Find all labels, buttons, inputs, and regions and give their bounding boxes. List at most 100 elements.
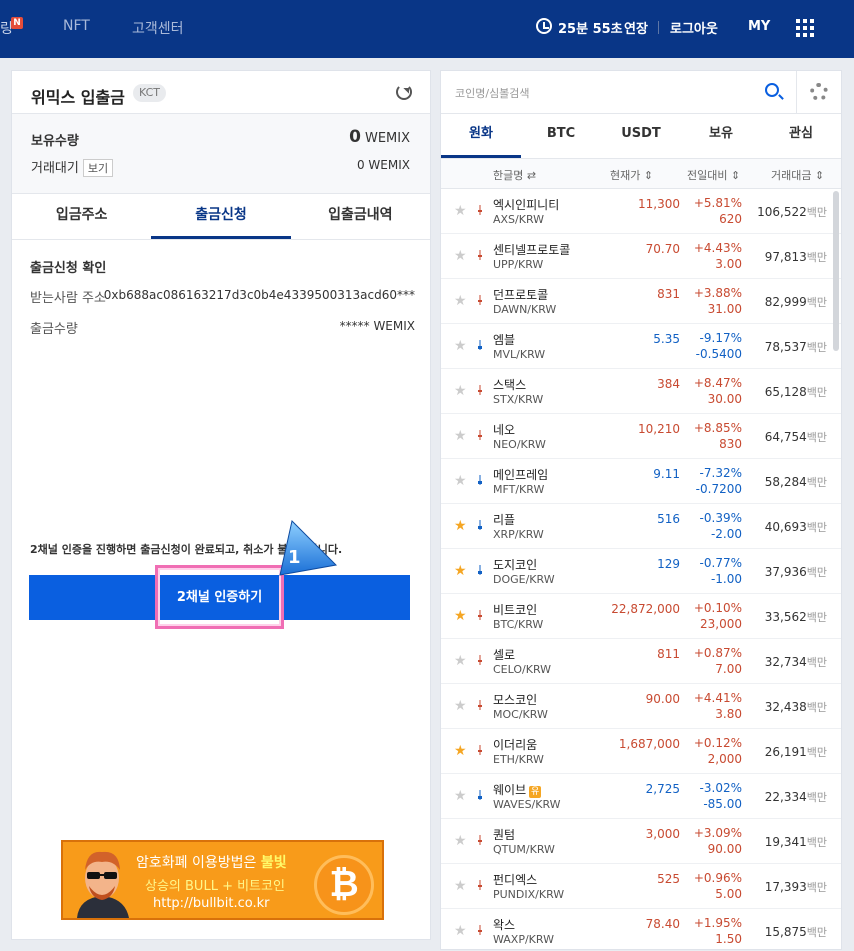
coin-name: 도지코인 bbox=[493, 558, 538, 572]
market-row[interactable]: ★ 웨이브 유 WAVES/KRW 2,725 -3.02% -85.00 22,334백만 bbox=[441, 774, 841, 819]
tab-deposit-address[interactable]: 입금주소 bbox=[12, 194, 151, 239]
search-input[interactable]: 코인명/심볼검색 bbox=[455, 85, 530, 101]
favorite-star-icon[interactable]: ★ bbox=[454, 879, 467, 893]
coin-name: 비트코인 bbox=[493, 603, 538, 617]
tab-withdraw-request[interactable]: 출금신청 bbox=[151, 194, 291, 239]
market-row[interactable]: ★ 셀로 CELO/KRW 811 +0.87% 7.00 32,734백만 bbox=[441, 639, 841, 684]
apps-grid-icon[interactable] bbox=[796, 19, 814, 37]
market-row[interactable]: ★ 메인프레임 MFT/KRW 9.11 -7.32% -0.7200 58,284백만 bbox=[441, 459, 841, 504]
coin-name: 셀로 bbox=[493, 648, 516, 662]
gear-icon[interactable] bbox=[810, 83, 828, 101]
tab-history[interactable]: 입출금내역 bbox=[291, 194, 430, 239]
favorite-star-icon[interactable]: ★ bbox=[454, 249, 467, 263]
refresh-icon[interactable] bbox=[396, 84, 412, 100]
tab-krw[interactable]: 원화 bbox=[441, 114, 521, 158]
coin-name: 엠블 bbox=[493, 333, 516, 347]
market-row[interactable]: ★ 퀀텀 QTUM/KRW 3,000 +3.09% 90.00 19,341백만 bbox=[441, 819, 841, 864]
trade-volume: 58,284백만 bbox=[764, 475, 827, 489]
coin-symbol: UPP/KRW bbox=[493, 258, 544, 271]
favorite-star-icon[interactable]: ★ bbox=[454, 609, 467, 623]
favorite-star-icon[interactable]: ★ bbox=[454, 924, 467, 938]
trade-volume: 17,393백만 bbox=[764, 880, 827, 894]
market-row[interactable]: ★ 엠블 MVL/KRW 5.35 -9.17% -0.5400 78,537백만 bbox=[441, 324, 841, 369]
holdings-label: 보유수량 bbox=[31, 134, 79, 149]
trade-volume: 78,537백만 bbox=[764, 340, 827, 354]
clock-icon bbox=[536, 18, 552, 34]
favorite-star-icon[interactable]: ★ bbox=[454, 384, 467, 398]
tab-usdt[interactable]: USDT bbox=[601, 114, 681, 158]
trade-volume: 37,936백만 bbox=[764, 565, 827, 579]
change-amount: 31.00 bbox=[707, 302, 742, 316]
column-volume[interactable]: 거래대금 ⇕ bbox=[771, 167, 824, 183]
favorite-star-icon[interactable]: ★ bbox=[454, 834, 467, 848]
nav-link-support[interactable]: 고객센터 bbox=[132, 18, 184, 38]
market-row[interactable]: ★ 이더리움 ETH/KRW 1,687,000 +0.12% 2,000 26,191백만 bbox=[441, 729, 841, 774]
market-row[interactable]: ★ 엑시인피니티 AXS/KRW 11,300 +5.81% 620 106,522백만 bbox=[441, 189, 841, 234]
candle-icon bbox=[478, 295, 482, 305]
tab-holdings[interactable]: 보유 bbox=[681, 114, 761, 158]
banner-url: http://bullbit.co.kr bbox=[153, 896, 270, 911]
pending-value: 0 WEMIX bbox=[356, 158, 410, 172]
tab-btc[interactable]: BTC bbox=[521, 114, 601, 158]
market-row[interactable]: ★ 비트코인 BTC/KRW 22,872,000 +0.10% 23,000 33,562… bbox=[441, 594, 841, 639]
coin-name: 펀디엑스 bbox=[493, 873, 538, 887]
token-type-badge: KCT bbox=[133, 84, 167, 102]
favorite-star-icon[interactable]: ★ bbox=[454, 429, 467, 443]
extend-session-button[interactable]: 연장 bbox=[624, 18, 648, 37]
coin-name: 웨이브 유 bbox=[493, 783, 542, 798]
promo-banner[interactable]: 암호화폐 이용방법은 불빛 상승의 BULL + 비트코인 http://bul… bbox=[61, 840, 384, 920]
favorite-star-icon[interactable]: ★ bbox=[454, 654, 467, 668]
change-percent: +8.47% bbox=[693, 376, 742, 390]
market-row[interactable]: ★ 펀디엑스 PUNDIX/KRW 525 +0.96% 5.00 17,393백만 bbox=[441, 864, 841, 909]
market-row[interactable]: ★ 네오 NEO/KRW 10,210 +8.85% 830 64,754백만 bbox=[441, 414, 841, 459]
favorite-star-icon[interactable]: ★ bbox=[454, 744, 467, 758]
favorite-star-icon[interactable]: ★ bbox=[454, 204, 467, 218]
trade-volume: 97,813백만 bbox=[764, 250, 827, 264]
favorite-star-icon[interactable]: ★ bbox=[454, 474, 467, 488]
trade-volume: 15,875백만 bbox=[764, 925, 827, 939]
column-price[interactable]: 현재가 ⇕ bbox=[610, 167, 653, 183]
favorite-star-icon[interactable]: ★ bbox=[454, 699, 467, 713]
banner-line1: 암호화폐 이용방법은 불빛 bbox=[136, 855, 287, 871]
trade-volume: 22,334백만 bbox=[764, 790, 827, 804]
coin-symbol: BTC/KRW bbox=[493, 618, 544, 631]
market-row[interactable]: ★ 던프로토콜 DAWN/KRW 831 +3.88% 31.00 82,999백만 bbox=[441, 279, 841, 324]
view-pending-button[interactable]: 보기 bbox=[82, 159, 114, 177]
market-row[interactable]: ★ 왁스 WAXP/KRW 78.40 +1.95% 1.50 15,875백만 bbox=[441, 909, 841, 949]
favorite-star-icon[interactable]: ★ bbox=[454, 789, 467, 803]
holdings-value: 0 WEMIX bbox=[349, 127, 410, 147]
favorite-star-icon[interactable]: ★ bbox=[454, 339, 467, 353]
coin-price: 384 bbox=[657, 377, 680, 391]
change-percent: -0.77% bbox=[699, 556, 742, 570]
tab-favorites[interactable]: 관심 bbox=[761, 114, 841, 158]
candle-icon bbox=[478, 385, 482, 395]
coin-symbol: DAWN/KRW bbox=[493, 303, 557, 316]
market-scrollbar[interactable] bbox=[833, 191, 839, 351]
change-percent: +4.43% bbox=[693, 241, 742, 255]
nav-link-nft[interactable]: NFT bbox=[63, 18, 90, 34]
trade-volume: 82,999백만 bbox=[764, 295, 827, 309]
market-row[interactable]: ★ 도지코인 DOGE/KRW 129 -0.77% -1.00 37,936백만 bbox=[441, 549, 841, 594]
candle-icon bbox=[478, 700, 482, 710]
change-amount: 5.00 bbox=[715, 887, 742, 901]
search-icon[interactable] bbox=[765, 83, 779, 97]
coin-price: 2,725 bbox=[645, 782, 680, 796]
logout-button[interactable]: 로그아웃 bbox=[670, 18, 718, 37]
change-percent: +0.10% bbox=[693, 601, 742, 615]
favorite-star-icon[interactable]: ★ bbox=[454, 294, 467, 308]
coin-symbol: MFT/KRW bbox=[493, 483, 545, 496]
market-row[interactable]: ★ 센티넬프로토콜 UPP/KRW 70.70 +4.43% 3.00 97,813백만 bbox=[441, 234, 841, 279]
my-page-link[interactable]: MY bbox=[748, 19, 770, 34]
column-change[interactable]: 전일대비 ⇕ bbox=[687, 167, 740, 183]
market-row[interactable]: ★ 모스코인 MOC/KRW 90.00 +4.41% 3.80 32,438백만 bbox=[441, 684, 841, 729]
change-amount: -85.00 bbox=[703, 797, 742, 811]
coin-name: 네오 bbox=[493, 423, 516, 437]
change-amount: 830 bbox=[719, 437, 742, 451]
market-row[interactable]: ★ 스택스 STX/KRW 384 +8.47% 30.00 65,128백만 bbox=[441, 369, 841, 414]
column-name[interactable]: 한글명 ⇄ bbox=[493, 167, 536, 183]
favorite-star-icon[interactable]: ★ bbox=[454, 519, 467, 533]
favorite-star-icon[interactable]: ★ bbox=[454, 564, 467, 578]
candle-icon bbox=[478, 925, 482, 935]
coin-price: 22,872,000 bbox=[611, 602, 680, 616]
market-row[interactable]: ★ 리플 XRP/KRW 516 -0.39% -2.00 40,693백만 bbox=[441, 504, 841, 549]
